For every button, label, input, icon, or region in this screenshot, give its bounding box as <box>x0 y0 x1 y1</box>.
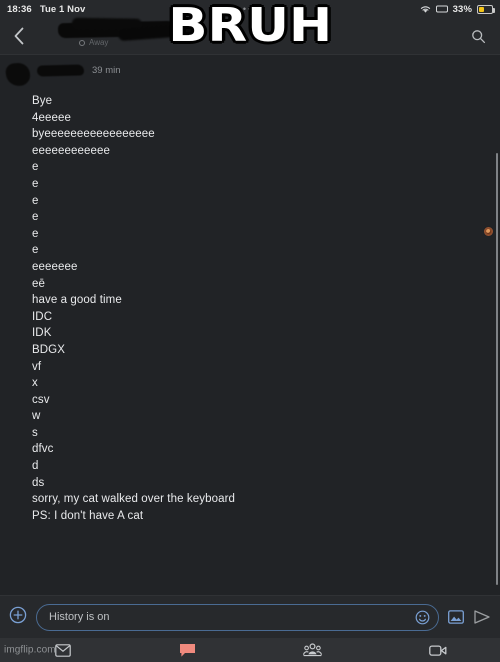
message-list[interactable]: 39 min Bye 4eeeee byeeeeeeeeeeeeeeeee ee… <box>0 55 500 595</box>
status-date: Tue 1 Nov <box>39 3 86 15</box>
message-composer <box>0 595 500 638</box>
contact-name-redacted <box>57 20 177 39</box>
message-line: w <box>32 410 41 423</box>
message-line: e <box>32 244 39 257</box>
envelope-icon <box>54 643 71 657</box>
message-meta: 39 min <box>36 63 121 77</box>
message-header: 39 min <box>0 61 500 88</box>
imgflip-watermark: imgflip.com <box>4 644 56 656</box>
avatar <box>4 61 32 88</box>
message-line: PS: I don't have A cat <box>32 509 144 522</box>
message-line: vf <box>32 360 42 373</box>
message-line: eē <box>32 277 45 290</box>
conversation-header: Away <box>0 18 500 55</box>
reaction-avatar-icon[interactable] <box>483 226 494 237</box>
message-line: e <box>32 227 39 240</box>
message-input[interactable] <box>49 611 409 623</box>
nav-item-people[interactable] <box>250 638 375 662</box>
people-group-icon <box>303 643 322 657</box>
message-line: s <box>32 426 38 439</box>
message-line: dfvc <box>32 443 54 456</box>
emoji-face-icon[interactable] <box>415 610 430 625</box>
message-line: e <box>32 177 39 190</box>
scrollbar-thumb[interactable] <box>495 153 498 585</box>
message-line: x <box>32 377 38 390</box>
message-lines: Bye 4eeeee byeeeeeeeeeeeeeeeee eeeeeeeee… <box>0 88 500 524</box>
wifi-icon <box>420 5 431 14</box>
tablet-icon <box>435 5 448 13</box>
message-line: IDC <box>32 310 53 323</box>
message-line: 4eeeee <box>32 111 71 124</box>
message-input-wrapper[interactable] <box>36 603 439 631</box>
message-line: e <box>32 211 39 224</box>
message-line: BDGX <box>32 343 65 356</box>
message-line: byeeeeeeeeeeeeeeeee <box>32 128 155 141</box>
message-line: IDK <box>32 327 52 340</box>
battery-percent: 33% <box>452 3 472 15</box>
message-line: eeeeeeeeeeee <box>32 144 110 157</box>
battery-icon <box>477 4 495 14</box>
back-button[interactable] <box>4 27 34 45</box>
status-bar-left: 18:36 Tue 1 Nov <box>7 4 85 15</box>
nav-item-video[interactable] <box>375 638 500 662</box>
presence-status: Away <box>79 38 108 47</box>
add-attachment-button[interactable] <box>9 606 27 629</box>
status-bar: 18:36 Tue 1 Nov ••• 33% <box>0 0 500 18</box>
message-line: Bye <box>32 95 53 107</box>
image-attachment-button[interactable] <box>448 610 464 624</box>
message-line: have a good time <box>32 294 122 307</box>
message-line: csv <box>32 393 50 406</box>
chat-app-screen: 18:36 Tue 1 Nov ••• 33% Away BRUH 39 min… <box>0 0 500 662</box>
message-line: eeeeeee <box>32 260 78 273</box>
sender-name-redacted <box>36 64 85 77</box>
message-line: ds <box>32 476 45 489</box>
message-line: sorry, my cat walked over the keyboard <box>32 493 236 506</box>
bottom-nav-bar: imgflip.com <box>0 638 500 662</box>
status-time: 18:36 <box>7 3 32 15</box>
nav-item-chats[interactable] <box>125 638 250 662</box>
message-line: d <box>32 460 39 473</box>
message-line: e <box>32 161 39 174</box>
send-button[interactable] <box>473 609 491 625</box>
message-timestamp: 39 min <box>92 65 121 76</box>
chat-bubble-icon <box>179 643 196 658</box>
header-contact-block[interactable]: Away <box>34 18 464 54</box>
message-line: e <box>32 194 39 207</box>
video-camera-icon <box>428 644 447 657</box>
search-button[interactable] <box>464 29 492 44</box>
status-bar-right: 33% <box>420 3 495 15</box>
away-circle-icon <box>79 39 85 46</box>
presence-label: Away <box>89 38 109 47</box>
